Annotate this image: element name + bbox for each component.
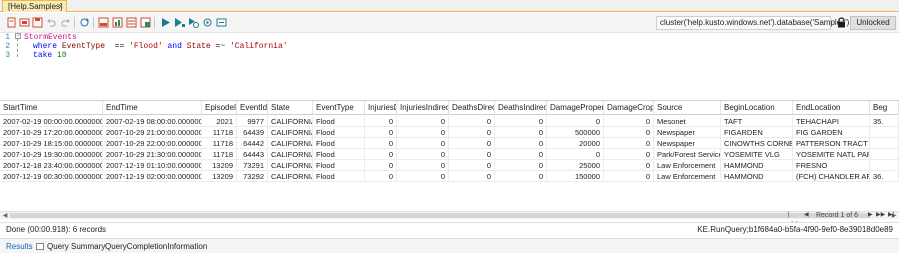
next-page-icon[interactable]: ▶| xyxy=(888,211,894,220)
csv-icon[interactable] xyxy=(126,17,137,28)
column-header[interactable]: EventId xyxy=(237,101,268,115)
settings-icon[interactable] xyxy=(216,17,227,28)
save-icon[interactable] xyxy=(32,17,43,28)
toolbar-separator xyxy=(154,17,155,29)
column-header[interactable]: Source xyxy=(654,101,721,115)
column-header[interactable]: StartTime xyxy=(0,101,103,115)
string-token: 'Flood' xyxy=(129,42,163,51)
previous-record-icon[interactable]: ◀ xyxy=(804,211,809,220)
status-bar: Done (00:00.918): 6 records KE.RunQuery;… xyxy=(0,222,899,236)
column-header[interactable]: InjuriesDirect xyxy=(365,101,397,115)
string-token: 'California' xyxy=(229,42,288,51)
column-header[interactable]: EndLocation xyxy=(793,101,870,115)
tab-title: [Help.Samples] xyxy=(8,2,63,11)
column-header[interactable]: Beg xyxy=(870,101,899,115)
run-icon[interactable] xyxy=(160,17,171,28)
open-icon[interactable] xyxy=(19,17,30,28)
table-token: StormEvents xyxy=(24,33,77,42)
tab-help-samples[interactable]: [Help.Samples] × xyxy=(2,0,67,12)
toolbar-separator xyxy=(74,17,75,29)
keyword-token: and xyxy=(167,42,182,51)
scroll-left-icon[interactable]: ◀ xyxy=(1,212,9,220)
column-header[interactable]: DeathsIndirect xyxy=(495,101,547,115)
excel-icon[interactable] xyxy=(140,17,151,28)
query-toolbar: cluster('help.kusto.windows.net').databa… xyxy=(0,13,899,33)
query-summary-icon xyxy=(36,243,44,250)
operator-token: =~ xyxy=(215,42,226,51)
keyword-token: take xyxy=(33,51,53,60)
line-number-gutter: 1 2 3 xyxy=(0,33,12,97)
record-counter: Record 1 of 6 xyxy=(816,212,859,219)
horizontal-scrollbar[interactable]: ◀ ▶ xyxy=(0,211,899,219)
column-header[interactable]: EpisodeId xyxy=(202,101,237,115)
code-line-3: take 10 xyxy=(33,51,67,60)
column-header[interactable]: EventType xyxy=(313,101,365,115)
code-line-2: where EventType == 'Flood' and State =~ … xyxy=(33,42,288,51)
refresh-icon[interactable] xyxy=(79,17,90,28)
column-header[interactable]: DamageCrops xyxy=(604,101,654,115)
export-icon[interactable] xyxy=(98,17,109,28)
query-status: Done (00:00.918): 6 records xyxy=(6,225,107,234)
activity-id: KE.RunQuery;b1f684a0-b5fa-4f90-9ef0-8e39… xyxy=(697,225,893,234)
column-header[interactable]: State xyxy=(268,101,313,115)
run-selection-icon[interactable] xyxy=(174,17,185,28)
close-icon[interactable]: × xyxy=(58,1,63,12)
fold-guide xyxy=(17,38,18,57)
next-record-icon[interactable]: ▶ xyxy=(868,211,873,220)
undo-icon[interactable] xyxy=(46,17,57,28)
run-explain-icon[interactable] xyxy=(188,17,199,28)
line-number: 3 xyxy=(5,51,10,60)
unlocked-toggle-button[interactable]: Unlocked xyxy=(850,16,896,30)
keyword-token: where xyxy=(33,42,58,51)
line-number: 2 xyxy=(5,42,10,51)
sync-icon[interactable] xyxy=(202,17,213,28)
column-token: State xyxy=(186,42,211,51)
tab-results[interactable]: Results xyxy=(6,241,33,252)
results-grid[interactable]: StartTimeEndTimeEpisodeIdEventIdStateEve… xyxy=(0,100,899,227)
result-tabs: Results Query Summary QueryCompletionInf… xyxy=(0,238,899,253)
toolbar-separator xyxy=(93,17,94,29)
row-divider xyxy=(0,181,899,182)
last-record-icon[interactable]: ▶▶ xyxy=(876,211,885,220)
document-tabstrip: [Help.Samples] × xyxy=(0,0,899,12)
operator-token: == xyxy=(114,42,125,51)
column-header[interactable]: BeginLocation xyxy=(721,101,793,115)
redo-icon[interactable] xyxy=(60,17,71,28)
tab-query-summary[interactable]: Query Summary xyxy=(47,241,105,252)
column-header[interactable]: EndTime xyxy=(103,101,202,115)
chart-icon[interactable] xyxy=(112,17,123,28)
column-header[interactable]: InjuriesIndirect xyxy=(397,101,449,115)
query-editor[interactable]: 1 2 3 − StormEvents where EventType == '… xyxy=(0,33,899,97)
connection-label: cluster('help.kusto.windows.net').databa… xyxy=(660,18,850,27)
scrollbar-thumb[interactable] xyxy=(10,213,870,218)
lock-icon xyxy=(838,17,845,28)
code-line-1: StormEvents xyxy=(24,33,77,42)
column-header[interactable]: DeathsDirect xyxy=(449,101,495,115)
line-number: 1 xyxy=(5,33,10,42)
tab-query-completion-information[interactable]: QueryCompletionInformation xyxy=(105,241,207,252)
fold-toggle-icon[interactable]: − xyxy=(15,33,21,39)
column-token: EventType xyxy=(61,42,106,51)
new-query-icon[interactable] xyxy=(6,17,17,28)
number-token: 10 xyxy=(57,51,67,60)
column-header[interactable]: DamageProperty xyxy=(547,101,604,115)
